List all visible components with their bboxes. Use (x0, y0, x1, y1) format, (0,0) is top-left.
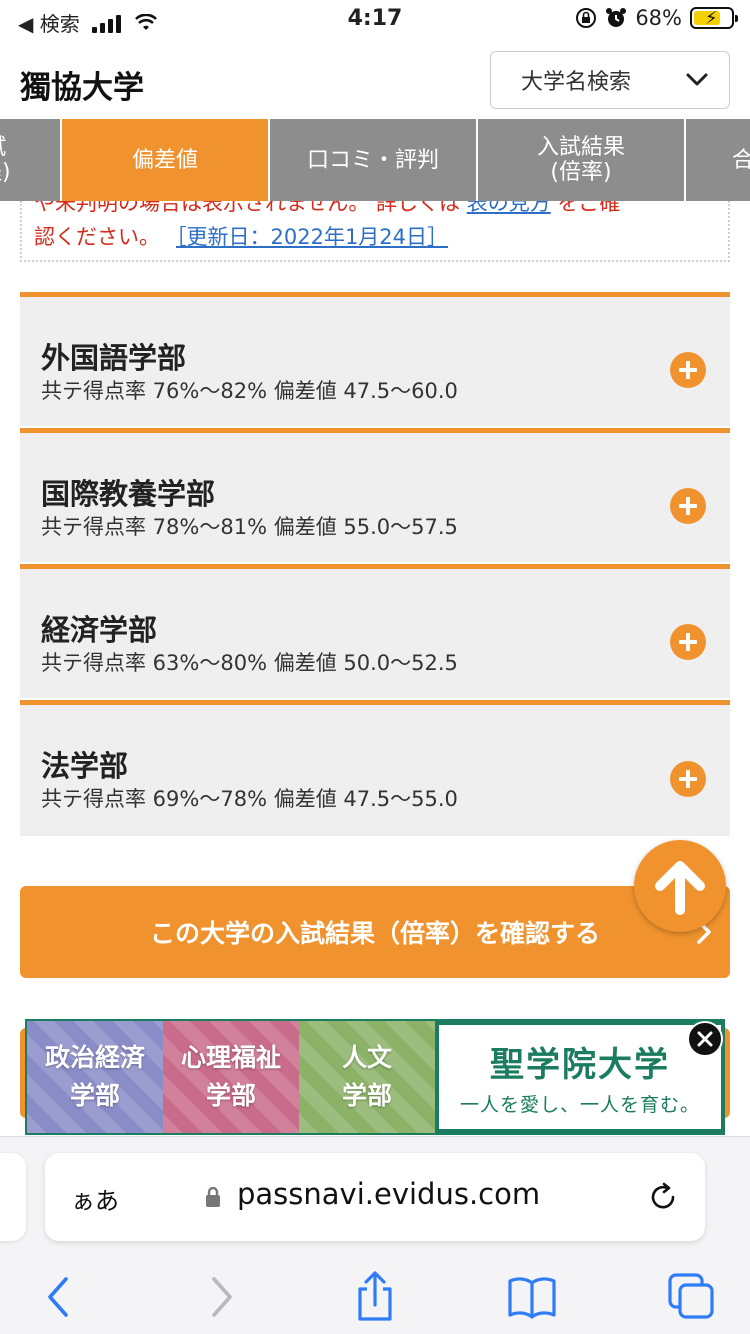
faculty-stats: 共テ得点率 63%〜80% 偏差値 50.0〜52.5 (41, 651, 458, 675)
ad-tile[interactable]: 人文 学部 (299, 1021, 435, 1133)
ad-tile-text: 政治経済 (44, 1043, 145, 1072)
tab-hensachi[interactable]: 偏差値 (62, 119, 270, 201)
status-bar: ◀ 検索 4:17 68% ⚡ (0, 0, 750, 44)
notice-box: や未判明の場合は表示されません。 詳しくは 表の見方 をご確 認ください。 ［更新… (20, 201, 730, 262)
tabs-icon[interactable] (664, 1269, 720, 1325)
forward-icon[interactable] (192, 1269, 248, 1325)
faculty-card[interactable]: 外国語学部 共テ得点率 76%〜82% 偏差値 47.5〜60.0 (20, 292, 730, 426)
updated-date-link[interactable]: ［更新日：2022年1月24日］ (176, 225, 448, 249)
section-tabs: 試程) 偏差値 口コミ・評判 入試結果(倍率) 合 (0, 119, 750, 201)
page-settings-button[interactable]: ぁあ (71, 1181, 119, 1216)
tab-label: 口コミ・評判 (306, 147, 439, 173)
tab-exam-schedule[interactable]: 試程) (0, 119, 62, 201)
ad-tile-text: 人文 (341, 1043, 392, 1072)
url-text: passnavi.evidus.com (237, 1177, 541, 1211)
ad-tile[interactable]: 政治経済 学部 (27, 1021, 163, 1133)
exam-results-button[interactable]: この大学の入試結果（倍率）を確認する (20, 886, 730, 978)
faculty-name: 外国語学部 (41, 341, 187, 375)
notice-text-part: 認ください。 (34, 225, 160, 249)
address-bar[interactable]: ぁあ passnavi.evidus.com (45, 1153, 705, 1241)
faculty-card[interactable]: 法学部 共テ得点率 69%〜78% 偏差値 47.5〜55.0 (20, 700, 730, 836)
plus-icon[interactable] (670, 488, 706, 524)
tab-label: 偏差値 (131, 147, 198, 173)
faculty-card[interactable]: 国際教養学部 共テ得点率 78%〜81% 偏差値 55.0〜57.5 (20, 428, 730, 562)
ad-tile-text: 学部 (205, 1081, 256, 1110)
arrow-up-icon (655, 861, 705, 915)
cta-label: この大学の入試結果（倍率）を確認する (149, 919, 600, 948)
bookmarks-icon[interactable] (504, 1269, 560, 1325)
previous-tab-preview[interactable] (0, 1153, 26, 1241)
faculty-name: 経済学部 (41, 613, 158, 647)
battery-percent: 68% (635, 6, 682, 30)
plus-icon[interactable] (670, 624, 706, 660)
ad-tile-text: 学部 (341, 1081, 392, 1110)
chevron-down-icon (686, 73, 708, 86)
back-icon[interactable] (32, 1269, 88, 1325)
tab-exam-results[interactable]: 入試結果 (倍率) (478, 119, 686, 201)
ad-brand[interactable]: 聖学院大学 一人を愛し、一人を育む。 (439, 1025, 721, 1129)
faculty-stats: 共テ得点率 78%〜81% 偏差値 55.0〜57.5 (41, 515, 458, 539)
university-name: 獨協大学 (20, 70, 144, 106)
orientation-lock-icon (576, 8, 597, 28)
university-search-dropdown[interactable]: 大学名検索 (490, 51, 730, 109)
table-guide-link[interactable]: 表の見方 (467, 201, 551, 215)
tab-label-line1: 入試結果 (536, 135, 625, 160)
ad-tile[interactable]: 心理福祉 学部 (163, 1021, 299, 1133)
page-header: 獨協大学 大学名検索 (0, 44, 750, 119)
ad-tile-text: 心理福祉 (180, 1043, 281, 1072)
faculty-name: 国際教養学部 (41, 477, 216, 511)
faculty-stats: 共テ得点率 76%〜82% 偏差値 47.5〜60.0 (41, 379, 458, 403)
search-dropdown-label: 大学名検索 (521, 70, 632, 95)
tab-label-line2: 程) (0, 160, 11, 185)
scroll-to-top-button[interactable] (634, 840, 726, 932)
plus-icon[interactable] (670, 761, 706, 797)
tab-reviews[interactable]: 口コミ・評判 (270, 119, 478, 201)
notice-text-part: をご確 (557, 201, 621, 215)
notice-text: や未判明の場合は表示されません。 詳しくは 表の見方 をご確 (34, 201, 620, 217)
browser-chrome: ぁあ passnavi.evidus.com (0, 1136, 750, 1334)
battery-icon: ⚡ (690, 7, 738, 29)
notice-text: 認ください。 ［更新日：2022年1月24日］ (34, 221, 448, 251)
tab-pass-line[interactable]: 合 (686, 119, 750, 201)
ad-tagline: 一人を愛し、一人を育む。 (459, 1094, 700, 1116)
reload-icon[interactable] (647, 1181, 679, 1213)
close-icon[interactable] (687, 1021, 723, 1057)
ad-brand-name: 聖学院大学 (490, 1045, 670, 1085)
ad-tile-text: 学部 (69, 1081, 120, 1110)
plus-icon[interactable] (670, 352, 706, 388)
browser-toolbar (0, 1269, 750, 1329)
share-icon[interactable] (347, 1269, 403, 1325)
tab-label: 合 (732, 147, 750, 173)
faculty-card[interactable]: 経済学部 共テ得点率 63%〜80% 偏差値 50.0〜52.5 (20, 564, 730, 698)
faculty-name: 法学部 (41, 749, 129, 783)
notice-text-part: や未判明の場合は表示されません。 詳しくは (34, 201, 461, 215)
faculty-stats: 共テ得点率 69%〜78% 偏差値 47.5〜55.0 (41, 787, 458, 811)
tab-label-line2: (倍率) (550, 160, 612, 185)
lock-icon (206, 1187, 220, 1207)
alarm-icon (606, 8, 627, 27)
tab-label-line1: 試 (0, 135, 6, 160)
ad-banner[interactable]: 政治経済 学部 心理福祉 学部 人文 学部 聖学院大学 一人を愛し、一人を育む。 (25, 1019, 725, 1135)
